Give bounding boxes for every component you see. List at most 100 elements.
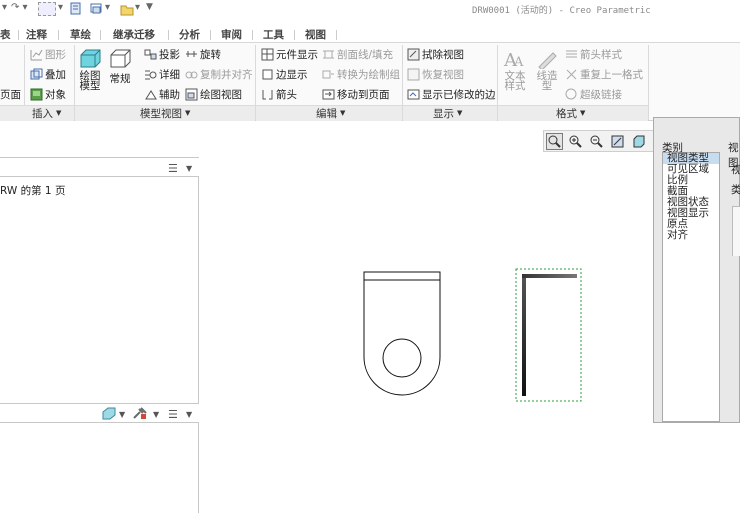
auxiliary-button[interactable]: 辅助 [144, 86, 180, 103]
object-button[interactable]: 对象 [30, 86, 66, 103]
general-view-icon [110, 49, 131, 68]
tab-sketch[interactable]: 草绘 [70, 27, 91, 42]
component-display-button[interactable]: 元件显示 [261, 46, 318, 63]
tree-settings-icon[interactable]: ☰ [168, 162, 178, 175]
crosshatch-icon [323, 50, 334, 59]
customize-icon[interactable]: ▼ [146, 2, 153, 16]
overlay-icon [30, 68, 43, 80]
copy-align-icon [185, 71, 198, 79]
zoom-out-icon[interactable] [588, 133, 605, 150]
ribbon-tabs: 表 注释 草绘 继承迁移 分析 审阅 工具 视图 [0, 27, 740, 42]
drawing-view-dialog: 类别 视图类型 可见区域 比例 截面 视图状态 视图显示 原点 对齐 视图 视 … [653, 117, 740, 423]
component-display-icon [261, 48, 274, 61]
window-title: DRW0001 (活动的) - Creo Parametric [472, 6, 651, 16]
tab-tools[interactable]: 工具 [263, 27, 284, 42]
repaint-icon[interactable] [609, 133, 626, 150]
detail-button[interactable]: 详细 [144, 66, 180, 83]
front-view[interactable] [363, 271, 441, 396]
hyperlink-icon [565, 88, 577, 100]
move-to-page-icon [322, 89, 335, 100]
auxiliary-icon [145, 90, 157, 100]
object-icon [30, 88, 43, 101]
text-style-icon: AA [503, 50, 524, 69]
graph-button[interactable]: 图形 [30, 46, 66, 63]
show-modified-edges-icon [407, 89, 420, 100]
model-views-group-label[interactable]: 模型视图 ▼ [140, 106, 190, 120]
page-button[interactable]: 页面 [0, 86, 21, 103]
detail-icon [145, 70, 157, 80]
line-style-button[interactable]: 线造型 [535, 49, 559, 91]
tab-review[interactable]: 审阅 [221, 27, 242, 42]
select-dropdown-icon[interactable]: ▾ [58, 2, 63, 16]
arrow-button[interactable]: 箭头 [261, 86, 297, 103]
folder-dropdown-icon[interactable]: ▾ [135, 2, 140, 16]
zoom-in-icon[interactable] [567, 133, 584, 150]
categories-list: 视图类型 可见区域 比例 截面 视图状态 视图显示 原点 对齐 [662, 152, 720, 422]
general-view-button[interactable]: 常规 [108, 49, 132, 86]
show-icon[interactable] [102, 407, 116, 420]
display-style-icon[interactable] [630, 133, 647, 150]
revolve-icon [186, 51, 197, 57]
convert-draw-group-icon [322, 70, 334, 79]
convert-draw-group-button[interactable]: 转换为绘制组 [322, 66, 400, 83]
text-style-button[interactable]: AA 文本样式 [503, 49, 527, 91]
crosshatch-button[interactable]: 剖面线/填充 [322, 46, 393, 63]
tools-dropdown-icon[interactable]: ▼ [153, 410, 159, 419]
edge-display-button[interactable]: 边显示 [261, 66, 308, 83]
format-group-label[interactable]: 格式 ▼ [556, 106, 585, 120]
windows-dropdown-icon[interactable]: ▾ [105, 2, 110, 16]
redo-icon[interactable]: ↷ ▾ [11, 2, 28, 16]
tree-settings-dropdown-icon[interactable]: ▼ [186, 164, 192, 173]
tab-view[interactable]: 视图 [305, 27, 326, 42]
move-to-page-button[interactable]: 移动到页面 [322, 86, 390, 103]
graph-icon [30, 49, 43, 61]
view-name-label: 视 [731, 164, 740, 176]
overlay-button[interactable]: 叠加 [30, 66, 66, 83]
page-label: 页面 [0, 89, 21, 101]
tools-icon[interactable] [132, 407, 148, 420]
regenerate-icon[interactable] [70, 2, 83, 16]
arrow-icon [262, 90, 273, 100]
ribbon: 页面 图形 叠加 对象 插入 ▼ 绘图模型 常规 投影 详细 辅助 旋转 复制并… [0, 42, 740, 121]
tree-item-sheet[interactable]: RW 的第 1 页 [0, 183, 65, 198]
display-group-label[interactable]: 显示 ▼ [433, 106, 462, 120]
drawing-view-button[interactable]: 绘图视图 [185, 86, 242, 103]
windows-icon[interactable] [90, 2, 103, 16]
category-alignment[interactable]: 对齐 [663, 230, 719, 241]
tab-table[interactable]: 表 [0, 27, 11, 42]
tab-analysis[interactable]: 分析 [179, 27, 200, 42]
erase-view-icon [407, 48, 420, 61]
repeat-format-icon [566, 69, 577, 80]
layer-settings-dropdown-icon[interactable]: ▼ [186, 410, 192, 419]
drawing-view-icon [185, 88, 198, 101]
folder-icon[interactable] [120, 2, 134, 16]
side-view[interactable] [515, 268, 582, 402]
layer-settings-icon[interactable]: ☰ [168, 408, 178, 421]
drawing-model-icon [80, 49, 101, 68]
erase-view-button[interactable]: 拭除视图 [407, 46, 464, 63]
edit-group-label[interactable]: 编辑 ▼ [316, 106, 345, 120]
view-orientation-box [732, 206, 740, 256]
edge-display-icon [262, 69, 273, 80]
tree-panel-header: ☰ ▼ [0, 157, 199, 177]
show-modified-edges-button[interactable]: 显示已修改的边 [407, 86, 496, 103]
hyperlink-button[interactable]: 超级链接 [565, 86, 622, 103]
select-box-icon[interactable] [38, 2, 56, 16]
quick-access-toolbar: ▾ ↷ ▾ ▾ ▾ ▾ ▼ DRW0001 (活动的) - Creo Param… [0, 0, 740, 27]
refit-icon[interactable] [546, 133, 563, 150]
projection-button[interactable]: 投影 [144, 46, 180, 63]
repeat-format-button[interactable]: 重复上一格式 [565, 66, 643, 83]
revolve-button[interactable]: 旋转 [185, 46, 221, 63]
tab-annotate[interactable]: 注释 [26, 27, 47, 42]
drawing-canvas[interactable] [200, 157, 650, 513]
copy-align-button[interactable]: 复制并对齐 [185, 66, 253, 83]
undo-arrow-icon[interactable]: ▾ [2, 2, 7, 16]
restore-view-button[interactable]: 恢复视图 [407, 66, 464, 83]
line-style-icon [538, 52, 557, 69]
insert-group-label[interactable]: 插入 ▼ [32, 106, 61, 120]
arrow-style-button[interactable]: 箭头样式 [565, 46, 622, 63]
tab-legacy-migration[interactable]: 继承迁移 [113, 27, 155, 42]
type-label: 类 [731, 184, 740, 196]
show-dropdown-icon[interactable]: ▼ [119, 410, 125, 419]
drawing-model-button[interactable]: 绘图模型 [78, 49, 102, 91]
